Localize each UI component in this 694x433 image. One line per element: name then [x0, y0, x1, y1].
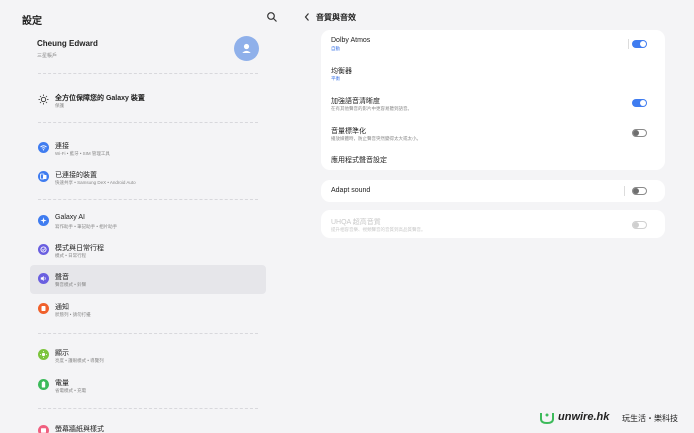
- sidebar-item-display[interactable]: 顯示 亮度 • 護眼模式 • 導覽列: [30, 341, 266, 370]
- page-title: 音質與音效: [316, 13, 356, 22]
- sidebar-item-label: 螢幕牆紙與樣式: [55, 426, 104, 433]
- sound-settings-card: Dolby Atmos 自動 均衡器 平衡 加強語音清晰度 在有其他聲音的影片中…: [321, 30, 665, 170]
- account-card[interactable]: Cheung Edward 三星帳戶: [30, 28, 266, 68]
- sidebar-item-modes[interactable]: 模式與日常行程 模式 • 日常行程: [30, 236, 266, 265]
- setting-title: 音量標準化: [331, 128, 366, 135]
- sidebar-item-label: 通知: [55, 304, 69, 311]
- divider: [38, 73, 258, 74]
- sidebar-item-label: 模式與日常行程: [55, 245, 104, 252]
- setting-title: 均衡器: [331, 68, 352, 75]
- setting-title: UHQA 超高音質: [331, 219, 381, 226]
- page-title: 設定: [22, 16, 42, 27]
- sun-icon: [38, 349, 49, 360]
- bulb-icon: [38, 94, 49, 105]
- divider: [628, 39, 629, 49]
- sidebar-item-galaxy-ai[interactable]: Galaxy AI 寫作助手 • 筆記助手 • 相片助手: [30, 207, 266, 236]
- sidebar-item-sub: Wi-Fi • 藍牙 • SIM 管理工具: [55, 151, 110, 156]
- setting-subtitle: 在有其他聲音的影片中更容易聽到語音。: [331, 106, 412, 111]
- volume-normalization-toggle[interactable]: [632, 129, 647, 137]
- settings-sidebar: 設定 Cheung Edward 三星帳戶 全方位保障您的 Galaxy 裝置 …: [0, 0, 290, 433]
- sidebar-item-label: 已連接的裝置: [55, 172, 97, 179]
- divider: [38, 408, 258, 409]
- sidebar-item-label: 全方位保障您的 Galaxy 裝置: [55, 95, 145, 102]
- sidebar-item-sub: 模式 • 日常行程: [55, 253, 87, 258]
- divider: [38, 333, 258, 334]
- sidebar-item-sub: 省電模式 • 充電: [55, 388, 87, 393]
- notification-icon: [38, 303, 49, 314]
- sidebar-item-sub: 亮度 • 護眼模式 • 導覽列: [55, 358, 104, 363]
- account-subtitle: 三星帳戶: [37, 53, 58, 59]
- sidebar-item-label: Galaxy AI: [55, 214, 85, 221]
- speaker-icon: [38, 273, 49, 284]
- wallpaper-icon: [38, 425, 49, 433]
- setting-row-dolby-atmos[interactable]: Dolby Atmos 自動: [321, 30, 665, 57]
- uhqa-toggle: [632, 221, 647, 229]
- sidebar-item-sound[interactable]: 聲音 聲音模式 • 鈴聲: [30, 265, 266, 294]
- sidebar-item-wallpaper[interactable]: 螢幕牆紙與樣式: [30, 417, 266, 433]
- sound-quality-panel: 音質與音效 Dolby Atmos 自動 均衡器 平衡 加強語音清晰度 在有其他…: [290, 0, 694, 433]
- voice-clarity-toggle[interactable]: [632, 99, 647, 107]
- adapt-sound-card[interactable]: Adapt sound: [321, 180, 665, 202]
- divider: [38, 122, 258, 123]
- back-arrow-icon[interactable]: [302, 11, 312, 23]
- setting-title: Dolby Atmos: [331, 37, 371, 44]
- uhqa-card: UHQA 超高音質 提升相容音樂、視頻聲音的音質到高品質聲音。: [321, 210, 665, 238]
- sidebar-item-label: 連接: [55, 143, 69, 150]
- setting-subtitle: 自動: [331, 46, 340, 51]
- setting-title: Adapt sound: [331, 187, 371, 194]
- unwire-logo-icon: [540, 413, 554, 425]
- modes-icon: [38, 244, 49, 255]
- setting-subtitle: 提升相容音樂、視頻聲音的音質到高品質聲音。: [331, 227, 426, 232]
- sidebar-item-battery[interactable]: 電量 省電模式 • 充電: [30, 371, 266, 400]
- sidebar-item-connected-devices[interactable]: 已連接的裝置 快速共享 • Samsung DeX • Android Auto: [30, 163, 266, 192]
- watermark-slogan: 玩生活・樂科技: [622, 414, 678, 423]
- sidebar-item-sub: 保護: [55, 103, 64, 108]
- avatar[interactable]: [234, 36, 259, 61]
- setting-subtitle: 播放媒體時，防止聲音突然變得太大或太小。: [331, 136, 421, 141]
- sidebar-item-label: 電量: [55, 380, 69, 387]
- watermark-brand: unwire.hk: [558, 411, 610, 423]
- sidebar-item-sub: 快速共享 • Samsung DeX • Android Auto: [55, 180, 136, 185]
- sidebar-item-sub: 狀態列 • 請勿打擾: [55, 312, 91, 317]
- setting-row-equalizer[interactable]: 均衡器 平衡: [321, 60, 665, 87]
- ai-icon: [38, 215, 49, 226]
- setting-subtitle: 平衡: [331, 76, 340, 81]
- wifi-icon: [38, 142, 49, 153]
- sidebar-item-label: 聲音: [55, 274, 69, 281]
- watermark: unwire.hk 玩生活・樂科技: [536, 408, 694, 428]
- battery-icon: [38, 379, 49, 390]
- setting-title: 應用程式聲音設定: [331, 157, 387, 164]
- sidebar-item-protection[interactable]: 全方位保障您的 Galaxy 裝置 保護: [30, 86, 266, 115]
- sidebar-item-sub: 寫作助手 • 筆記助手 • 相片助手: [55, 224, 118, 229]
- dolby-atmos-toggle[interactable]: [632, 40, 647, 48]
- devices-icon: [38, 171, 49, 182]
- person-icon: [242, 43, 251, 53]
- divider: [38, 199, 258, 200]
- adapt-sound-toggle[interactable]: [632, 187, 647, 195]
- setting-row-app-sound[interactable]: 應用程式聲音設定: [321, 148, 665, 168]
- setting-row-voice-clarity[interactable]: 加強語音清晰度 在有其他聲音的影片中更容易聽到語音。: [321, 90, 665, 117]
- sidebar-item-label: 顯示: [55, 350, 69, 357]
- search-icon[interactable]: [266, 11, 278, 23]
- account-name: Cheung Edward: [37, 39, 98, 48]
- setting-title: 加強語音清晰度: [331, 98, 380, 105]
- sidebar-item-connections[interactable]: 連接 Wi-Fi • 藍牙 • SIM 管理工具: [30, 134, 266, 163]
- sidebar-item-notifications[interactable]: 通知 狀態列 • 請勿打擾: [30, 295, 266, 324]
- setting-row-volume-normalization[interactable]: 音量標準化 播放媒體時，防止聲音突然變得太大或太小。: [321, 120, 665, 147]
- sidebar-item-sub: 聲音模式 • 鈴聲: [55, 282, 87, 287]
- divider: [624, 186, 625, 196]
